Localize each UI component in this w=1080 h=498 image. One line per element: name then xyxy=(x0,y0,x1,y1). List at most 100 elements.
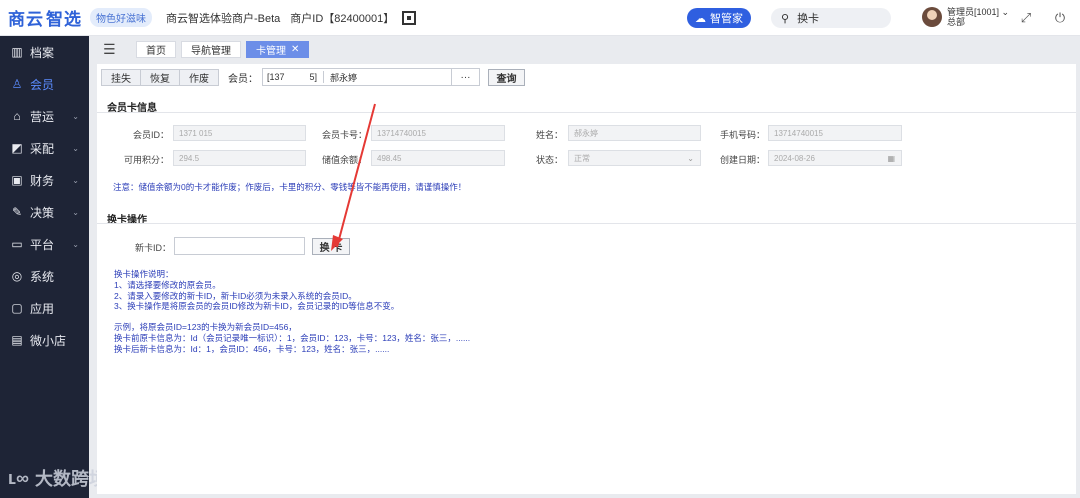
sidebar-item-label: 决策 xyxy=(30,205,55,220)
monitor-icon: ▭ xyxy=(11,237,23,251)
chevron-down-icon: ⌄ xyxy=(72,143,79,153)
close-icon[interactable]: ✕ xyxy=(291,44,299,55)
created-date-field[interactable]: 2024-08-26 ▦ xyxy=(768,150,902,166)
power-icon[interactable]: ⏻ xyxy=(1053,11,1067,25)
sidebar-item-5[interactable]: ✎ 决策 ⌄ xyxy=(0,196,89,228)
example-line: 示例，将原会员ID=123的卡换为新会员ID=456， xyxy=(114,322,297,333)
sidebar-item-0[interactable]: ▥ 档案 xyxy=(0,36,89,68)
member-id-field[interactable]: 1371 015 xyxy=(173,125,306,141)
points-field[interactable]: 294.5 xyxy=(173,150,306,166)
sidebar-item-3[interactable]: ◩ 采配 ⌄ xyxy=(0,132,89,164)
phone-field[interactable]: 13714740015 xyxy=(768,125,902,141)
logo-text-a: 商云 xyxy=(8,10,44,29)
tab-label: 首页 xyxy=(146,45,166,57)
sidebar-item-1[interactable]: ♙ 会员 xyxy=(0,68,89,100)
example-line: 换卡后新卡信息为：Id：1，会员ID：456，卡号：123，姓名：张三，....… xyxy=(114,343,390,354)
chevron-down-icon: ⌄ xyxy=(687,153,694,163)
cloud-icon: ☁ xyxy=(695,12,706,25)
member-id-value: [137 5] xyxy=(267,72,318,82)
divider xyxy=(97,223,1076,224)
status-value: 正常 xyxy=(574,153,590,163)
tab-home[interactable]: 首页 xyxy=(136,40,176,58)
sidebar: ▥ 档案 ♙ 会员 ⌂ 营运 ⌄ ◩ 采配 ⌄ ▣ 财务 ⌄ ✎ 决策 ⌄ ▭ 平台 ⌄ ◎ 系统 ▢ 应用 ▤ 微小店 xyxy=(0,36,89,498)
decision-icon: ✎ xyxy=(11,205,23,219)
tab-bar: ☰ 首页 导航管理 卡管理 ✕ xyxy=(89,36,1080,62)
balance-field[interactable]: 498.45 xyxy=(371,150,505,166)
chevron-down-icon: ⌄ xyxy=(72,239,79,249)
tab-label: 卡管理 xyxy=(256,45,286,57)
chevron-down-icon: ⌄ xyxy=(1001,7,1010,17)
chevron-down-icon: ⌄ xyxy=(72,207,79,217)
sidebar-item-label: 微小店 xyxy=(30,333,67,348)
assistant-label: 智管家 xyxy=(710,13,743,25)
member-select[interactable]: [137 5] 郝永婷 xyxy=(262,68,452,86)
new-card-label: 新卡ID： xyxy=(134,243,171,253)
status-label: 状态： xyxy=(535,155,563,165)
sidebar-item-2[interactable]: ⌂ 营运 ⌄ xyxy=(0,100,89,132)
member-id-label: 会员ID： xyxy=(132,130,169,140)
status-select[interactable]: 正常 ⌄ xyxy=(568,150,701,166)
store-icon: ▤ xyxy=(11,333,23,347)
sidebar-item-9[interactable]: ▤ 微小店 xyxy=(0,324,89,356)
chevron-down-icon: ⌄ xyxy=(72,111,79,121)
calendar-icon: ▦ xyxy=(887,153,895,163)
card-no-field[interactable]: 13714740015 xyxy=(371,125,505,141)
query-button[interactable]: 查询 xyxy=(488,68,525,86)
user-menu[interactable]: 管理员[1001] ⌄ 总部 xyxy=(947,7,1009,27)
sidebar-item-label: 财务 xyxy=(30,173,55,188)
swap-instructions: 换卡操作说明： 1、请选择要修改的原会员。 2、请录入要修改的新卡ID，新卡ID… xyxy=(114,269,470,355)
sidebar-item-8[interactable]: ▢ 应用 xyxy=(0,292,89,324)
member-name-value: 郝永婷 xyxy=(330,72,358,83)
logo[interactable]: 商云 智选 xyxy=(8,5,82,30)
annotation-arrow xyxy=(331,103,376,251)
instruction-line: 1、请选择要修改的原会员。 xyxy=(114,279,221,290)
member-picker-button[interactable]: ··· xyxy=(452,68,480,86)
member-label: 会员： xyxy=(228,73,258,85)
instruction-line: 换卡操作说明： xyxy=(114,269,174,279)
merchant-id: 商户ID【82400001】 xyxy=(290,12,395,25)
cart-icon: ◩ xyxy=(11,141,23,155)
sidebar-item-label: 营运 xyxy=(30,109,55,124)
merchant-name: 商云智选体验商户-Beta xyxy=(166,12,281,25)
qr-code-icon[interactable] xyxy=(402,10,417,25)
menu-toggle-icon[interactable]: ☰ xyxy=(103,41,131,58)
divider xyxy=(323,71,325,83)
assistant-button[interactable]: ☁ 智管家 xyxy=(687,8,751,28)
card-toolbar: 挂失 恢复 作废 会员： [137 5] 郝永婷 ··· 查询 xyxy=(101,68,525,86)
sidebar-item-label: 档案 xyxy=(30,45,55,60)
name-field[interactable]: 郝永婷 xyxy=(568,125,701,141)
instruction-line: 3、换卡操作是将原会员的会员ID修改为新卡ID，会员记录的ID等信息不变。 xyxy=(114,301,400,312)
slogan-badge: 物色好滋味 xyxy=(90,8,152,27)
fullscreen-icon[interactable]: ⤢ xyxy=(1019,11,1033,25)
search-input[interactable] xyxy=(797,12,878,24)
sidebar-item-label: 应用 xyxy=(30,301,55,316)
void-button[interactable]: 作废 xyxy=(179,68,219,86)
archive-icon: ▥ xyxy=(11,45,23,59)
example-line: 换卡前原卡信息为：Id（会员记录唯一标识）：1，会员ID：123，卡号：123，… xyxy=(114,332,471,343)
divider xyxy=(97,112,1076,113)
new-card-input[interactable] xyxy=(174,237,305,255)
finance-icon: ▣ xyxy=(11,173,23,187)
tab-card-management[interactable]: 卡管理 ✕ xyxy=(246,40,310,58)
sidebar-item-7[interactable]: ◎ 系统 xyxy=(0,260,89,292)
tab-nav-management[interactable]: 导航管理 xyxy=(181,40,241,58)
avatar[interactable] xyxy=(922,7,942,27)
sidebar-item-label: 平台 xyxy=(30,237,55,252)
system-icon: ◎ xyxy=(11,269,23,283)
watermark-logo-icon: ʟ∞ xyxy=(8,467,29,488)
logo-text-b: 智选 xyxy=(46,10,82,29)
points-label: 可用积分： xyxy=(123,155,169,165)
sidebar-item-4[interactable]: ▣ 财务 ⌄ xyxy=(0,164,89,196)
report-loss-button[interactable]: 挂失 xyxy=(101,68,141,86)
menu-search[interactable]: ⚲ xyxy=(771,8,891,28)
sidebar-item-6[interactable]: ▭ 平台 ⌄ xyxy=(0,228,89,260)
shop-icon: ⌂ xyxy=(13,109,21,123)
search-icon: ⚲ xyxy=(781,12,790,25)
tab-label: 导航管理 xyxy=(191,45,231,57)
chevron-down-icon: ⌄ xyxy=(72,175,79,185)
restore-button[interactable]: 恢复 xyxy=(140,68,180,86)
sidebar-item-label: 采配 xyxy=(30,141,55,156)
created-label: 创建日期： xyxy=(719,155,765,165)
name-label: 姓名： xyxy=(535,130,563,140)
instruction-line: 2、请录入要修改的新卡ID，新卡ID必须为未录入系统的会员ID。 xyxy=(114,290,357,301)
